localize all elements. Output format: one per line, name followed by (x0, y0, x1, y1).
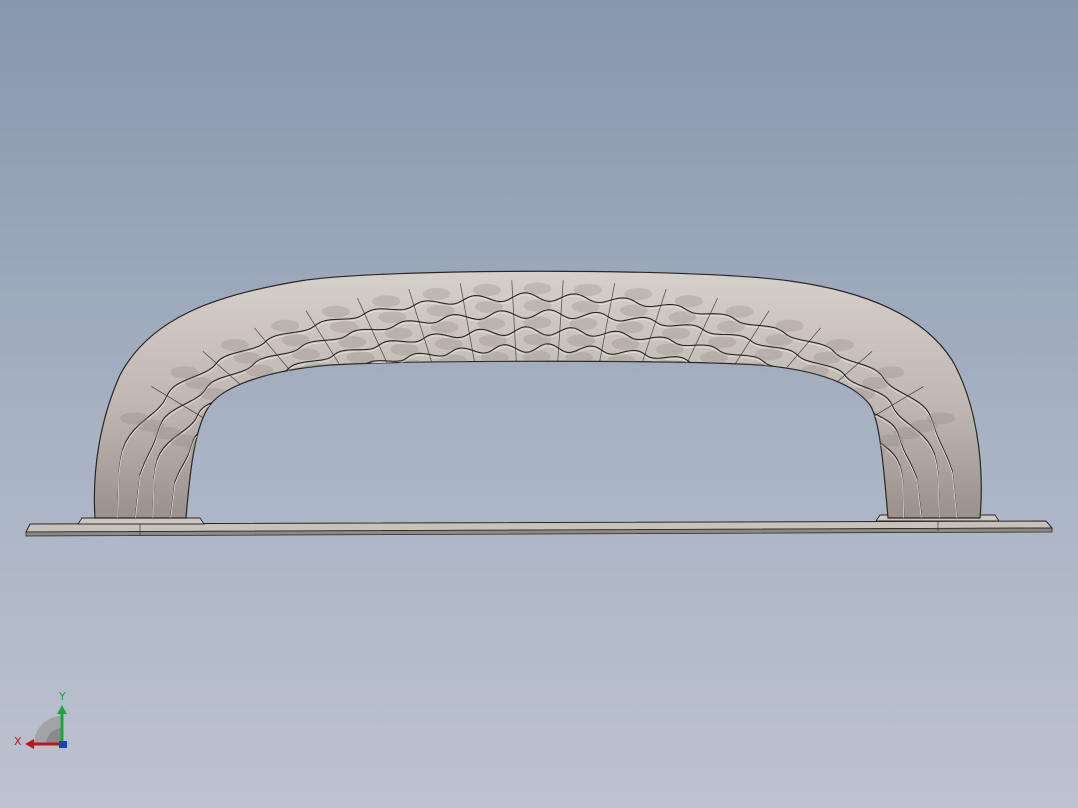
texture-dimple (813, 351, 842, 364)
texture-dimple (775, 390, 804, 403)
texture-dimple (567, 334, 596, 347)
texture-dimple (422, 288, 451, 300)
texture-dimple (765, 334, 794, 346)
texture-dimple (396, 359, 425, 372)
texture-dimple (270, 390, 299, 403)
texture-dimple (312, 376, 341, 389)
view-triad: Y X (14, 690, 67, 749)
texture-dimple (655, 343, 684, 356)
texture-dimple (477, 317, 505, 330)
texture-dimple (847, 387, 876, 400)
texture-dimple (473, 283, 501, 296)
texture-dimple (859, 441, 888, 454)
texture-dimple (733, 376, 762, 389)
graphics-viewport[interactable]: Y X (0, 0, 1078, 808)
texture-dimple (321, 305, 350, 318)
texture-dimple (372, 295, 401, 308)
texture-dimple (668, 311, 697, 324)
texture-dimple (281, 334, 310, 346)
y-axis-label: Y (58, 690, 66, 703)
texture-dimple (674, 295, 703, 308)
texture-dimple (523, 299, 552, 312)
texture-dimple (186, 441, 215, 454)
texture-dimple (744, 362, 773, 375)
texture-dimple (800, 364, 829, 377)
texture-dimple (430, 321, 459, 334)
texture-dimple (832, 398, 861, 411)
texture-dimple (649, 359, 678, 372)
texture-dimple (826, 339, 854, 351)
texture-dimple (302, 362, 331, 375)
texture-dimple (434, 337, 463, 350)
model-view[interactable]: Y X (0, 0, 1078, 808)
texture-dimple (258, 377, 287, 390)
texture-dimple (170, 366, 199, 379)
texture-dimple (725, 305, 754, 318)
texture-dimple (523, 282, 552, 295)
texture-dimple (523, 333, 552, 346)
texture-dimple (184, 377, 213, 389)
texture-dimple (390, 343, 419, 356)
texture-dimple (708, 336, 737, 349)
texture-dimple (620, 304, 648, 317)
texture-dimple (876, 366, 905, 379)
texture-dimple (220, 339, 249, 351)
texture-dimple (438, 354, 467, 367)
texture-dimple (615, 321, 644, 334)
texture-dimple (716, 320, 745, 333)
texture-dimple (699, 351, 728, 364)
texture-dimple (354, 366, 383, 379)
texture-dimple (817, 409, 846, 422)
texture-dimple (788, 377, 817, 390)
texture-dimple (523, 316, 552, 329)
texture-dimple (426, 304, 455, 317)
texture-dimple (479, 334, 507, 347)
texture-dimple (571, 300, 600, 313)
texture-dimple (228, 409, 257, 422)
texture-dimple (346, 351, 375, 364)
texture-dimple (611, 337, 640, 350)
texture-dimple (861, 377, 890, 389)
texture-dimple (573, 283, 602, 296)
arch-handle[interactable] (93, 270, 982, 520)
texture-dimple (569, 317, 598, 330)
texture-dimple (775, 319, 804, 332)
texture-dimple (624, 288, 653, 300)
z-axis-dot (59, 741, 67, 748)
texture-dimple (523, 350, 551, 363)
texture-dimple (754, 348, 783, 361)
texture-dimple (271, 319, 300, 332)
texture-dimple (330, 320, 358, 333)
left-foot[interactable] (77, 517, 205, 525)
texture-dimple (662, 327, 690, 340)
texture-dimple (291, 348, 320, 361)
texture-dimple (338, 336, 367, 349)
texture-dimple (384, 327, 413, 340)
texture-dimple (607, 354, 636, 367)
texture-dimple (233, 351, 262, 364)
texture-dimple (475, 300, 503, 313)
x-axis-label: X (14, 735, 22, 748)
texture-dimple (691, 366, 720, 379)
texture-dimple (213, 398, 242, 411)
texture-dimple (378, 311, 407, 324)
